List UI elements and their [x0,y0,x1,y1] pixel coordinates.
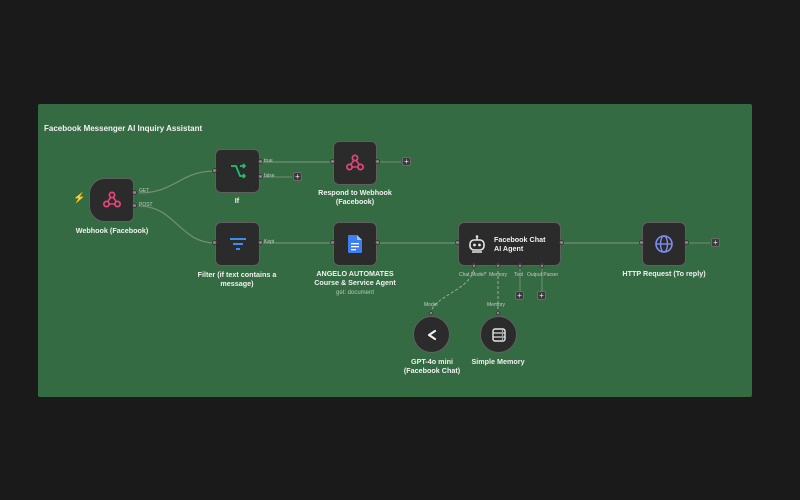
filter-output-kept-label: Kept [264,239,275,245]
if-false-add-button[interactable]: + [293,172,302,181]
branch-icon [228,161,248,181]
globe-icon [654,234,674,254]
google-docs-node[interactable] [333,222,377,266]
http-output[interactable] [684,240,689,245]
agent-label-line2: AI Agent [494,244,524,254]
webhook-output-get-label: GET [139,188,150,194]
http-add-button[interactable]: + [711,238,720,247]
respond-label-line2: (Facebook) [335,197,375,207]
agent-input-chat-model-label: Chat Model* [459,272,487,278]
gdoc-label-line2: Course & Service Agent [314,278,396,288]
gpt-label-line2: (Facebook Chat) [403,366,461,376]
filter-label-line1: Filter (if text contains a [197,270,277,279]
webhook-output-post[interactable] [132,203,137,208]
connection-webhook-if [138,170,216,194]
filter-input[interactable] [212,240,217,245]
filter-label: Filter (if text contains a message) [187,270,287,289]
gdoc-sublabel: get: document [335,290,375,296]
agent-parser-add-button[interactable]: + [537,291,546,300]
if-node[interactable] [215,149,260,193]
memory-connector-label: Memory [487,302,506,308]
google-docs-icon [348,235,362,253]
agent-output[interactable] [559,240,564,245]
respond-add-button[interactable]: + [402,157,411,166]
respond-output[interactable] [375,159,380,164]
robot-icon [467,234,487,254]
agent-input[interactable] [455,240,460,245]
simple-memory-label: Simple Memory [471,357,525,366]
webhook-output-post-label: POST [139,202,153,208]
gdoc-label: ANGELO AUTOMATES Course & Service Agent [300,269,410,288]
database-icon [491,327,506,342]
if-input[interactable] [212,168,217,173]
respond-to-webhook-label: Respond to Webhook (Facebook) [305,188,405,207]
workflow-canvas[interactable]: Facebook Messenger AI Inquiry Assistant … [0,0,800,500]
webhook-facebook-label: Webhook (Facebook) [75,226,149,235]
http-input[interactable] [639,240,644,245]
webhook-output-get[interactable] [132,190,137,195]
if-output-true[interactable] [258,159,263,164]
gdoc-input[interactable] [330,240,335,245]
filter-label-line2: message) [220,279,254,289]
respond-to-webhook-node[interactable] [333,141,377,185]
openai-icon [424,327,440,343]
if-label: If [234,196,240,205]
filter-icon [228,236,248,252]
webhook-icon [102,190,122,210]
agent-input-tool-label: Tool [514,272,524,278]
agent-input-output-parser-label: Output Parser [527,272,559,278]
lightning-icon: ⚡ [73,193,86,204]
if-output-false-label: false [264,173,275,179]
if-output-true-label: true [264,158,273,164]
gdoc-output[interactable] [375,240,380,245]
webhook-facebook-node[interactable] [89,178,134,222]
gpt-connector-label: Model [424,302,438,308]
agent-label-line1: Facebook Chat [494,235,546,244]
gpt-4o-mini-node[interactable] [413,316,450,353]
http-request-node[interactable] [642,222,686,266]
respond-input[interactable] [330,159,335,164]
simple-memory-node[interactable] [480,316,517,353]
webhook-icon [345,153,365,173]
filter-output-kept[interactable] [258,240,263,245]
http-request-label: HTTP Request (To reply) [622,269,706,278]
connection-webhook-filter [138,205,216,244]
agent-input-memory-label: Memory [489,272,508,278]
respond-label-line1: Respond to Webhook [318,188,392,197]
gdoc-label-line1: ANGELO AUTOMATES [316,269,394,278]
agent-tool-add-button[interactable]: + [515,291,524,300]
filter-node[interactable] [215,222,260,266]
if-output-false[interactable] [258,174,263,179]
agent-title: Facebook Chat AI Agent [494,235,546,254]
